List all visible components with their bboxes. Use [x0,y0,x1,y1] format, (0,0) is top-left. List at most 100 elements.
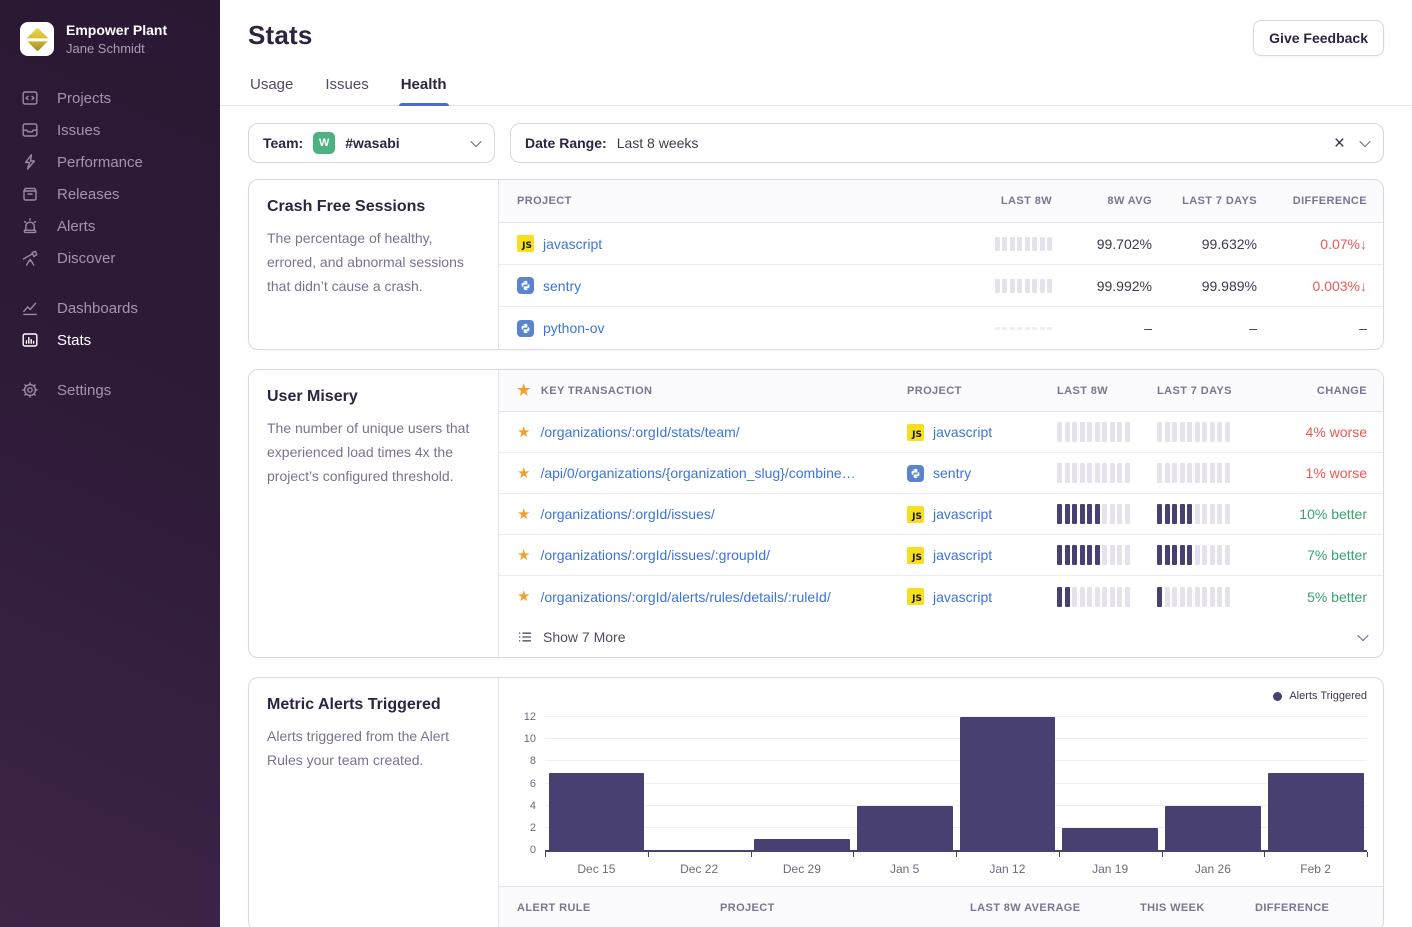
python-icon [517,277,534,294]
bar-slot [648,710,751,850]
transaction-link[interactable]: /organizations/:orgId/issues/ [540,506,714,522]
bar-jan-19[interactable] [1062,828,1158,850]
crash-free-title: Crash Free Sessions [267,198,480,216]
bar-slot [1264,710,1367,850]
team-filter-label: Team: [263,135,303,151]
bar-feb-2[interactable] [1268,773,1364,850]
project-link[interactable]: javascript [933,506,992,522]
main-content: Stats Give Feedback UsageIssuesHealth Te… [220,0,1412,927]
sparkline [995,327,1053,330]
column-header: PROJECT [720,902,970,914]
y-axis-tick-label: 0 [530,844,536,856]
date-range-icons: × [1334,134,1369,153]
x-axis-tick-label: Dec 29 [751,862,854,876]
transaction-link[interactable]: /organizations/:orgId/stats/team/ [540,424,739,440]
project-link[interactable]: javascript [933,424,992,440]
key-transaction-cell: ★ /organizations/:orgId/alerts/rules/deta… [517,589,907,605]
project-cell: JS javascript [907,588,1057,605]
transaction-link[interactable]: /api/0/organizations/{organization_slug}… [540,465,855,481]
key-transaction-cell: ★ /api/0/organizations/{organization_slug… [517,465,907,481]
column-header: CHANGE [1257,385,1367,397]
x-axis-tick-label: Jan 12 [956,862,1059,876]
project-cell: sentry [907,465,1057,482]
y-axis-tick-label: 6 [530,778,536,790]
sidebar-item-issues[interactable]: Issues [0,114,220,146]
sparkline [1057,504,1130,524]
star-icon[interactable]: ★ [517,548,530,563]
project-link[interactable]: python-ov [543,320,604,336]
javascript-icon: JS [907,588,924,605]
crash-free-sessions-panel: Crash Free Sessions The percentage of he… [248,179,1384,350]
column-header-key-transaction: ★KEY TRANSACTION [517,383,907,398]
bar-jan-5[interactable] [857,806,953,850]
sidebar-item-performance[interactable]: Performance [0,146,220,178]
table-row: ★/organizations/:orgId/stats/team/JSjava… [499,412,1383,453]
last-8w-sparkline-cell [932,237,1052,251]
sidebar-item-label: Stats [57,332,91,349]
sidebar-item-releases[interactable]: Releases [0,178,220,210]
bar-jan-12[interactable] [960,717,1056,850]
user-name: Jane Schmidt [66,41,167,56]
project-cell: sentry [517,277,932,294]
last-8w-sparkline-cell [1057,587,1157,607]
metric-alerts-panel: Metric Alerts Triggered Alerts triggered… [248,677,1384,927]
chart-plot-area: 024681012 [545,710,1367,852]
sidebar-item-alerts[interactable]: Alerts [0,210,220,242]
sidebar-item-settings[interactable]: Settings [0,374,220,406]
performance-icon [20,152,40,172]
sidebar-item-label: Discover [57,250,115,267]
tab-issues[interactable]: Issues [323,76,370,105]
user-misery-panel: User Misery The number of unique users t… [248,369,1384,658]
settings-icon [20,380,40,400]
sidebar-item-dashboards[interactable]: Dashboards [0,292,220,324]
show-more-button[interactable]: Show 7 More [499,617,1383,657]
transaction-link[interactable]: /organizations/:orgId/alerts/rules/detai… [540,589,830,605]
column-header: LAST 8W [932,195,1052,207]
star-icon[interactable]: ★ [517,507,530,522]
column-header: ALERT RULE [517,902,720,914]
list-icon [517,629,533,645]
sidebar-nav-group: Dashboards Stats [0,292,220,356]
user-misery-description-card: User Misery The number of unique users t… [249,370,499,657]
org-switcher[interactable]: Empower Plant Jane Schmidt [0,22,220,56]
8w-avg-value: 99.702% [1052,236,1152,252]
clear-icon[interactable]: × [1334,134,1345,153]
tab-usage[interactable]: Usage [248,76,295,105]
y-axis-tick-label: 10 [524,733,536,745]
date-range-filter[interactable]: Date Range: Last 8 weeks × [510,123,1384,163]
project-cell: JSjavascript [907,547,1057,564]
bar-slot [956,710,1059,850]
team-filter[interactable]: Team: W #wasabi [248,123,495,163]
star-icon[interactable]: ★ [517,466,530,481]
bar-slot [545,710,648,850]
project-cell: python-ov [517,320,932,337]
x-axis-tick-label: Jan 26 [1162,862,1265,876]
project-link[interactable]: sentry [543,278,581,294]
change-value: 4% worse [1257,424,1367,440]
bar-slot [1162,710,1265,850]
metric-alerts-description-card: Metric Alerts Triggered Alerts triggered… [249,678,499,927]
project-link[interactable]: javascript [933,547,992,563]
project-link[interactable]: sentry [933,465,971,481]
sidebar-nav-group: ProjectsIssuesPerformance Releases Alerts D… [0,82,220,274]
user-misery-description: The number of unique users that experien… [267,416,480,488]
tab-health[interactable]: Health [399,76,449,105]
last-7-days-sparkline-cell [1157,587,1257,607]
star-icon[interactable]: ★ [517,589,530,604]
transaction-link[interactable]: /organizations/:orgId/issues/:groupId/ [540,547,770,563]
project-link[interactable]: javascript [543,236,602,252]
bar-dec-15[interactable] [549,773,645,850]
project-link[interactable]: javascript [933,589,992,605]
difference-value: – [1257,320,1367,336]
sidebar-item-discover[interactable]: Discover [0,242,220,274]
star-icon[interactable]: ★ [517,425,530,440]
axis-tick [1059,852,1060,857]
give-feedback-button[interactable]: Give Feedback [1253,20,1384,56]
sidebar-item-projects[interactable]: Projects [0,82,220,114]
sidebar-item-label: Releases [57,186,120,203]
bar-dec-29[interactable] [754,839,850,850]
org-name: Empower Plant [66,22,167,39]
bar-jan-26[interactable] [1165,806,1261,850]
column-header: PROJECT [907,385,1057,397]
sidebar-item-stats[interactable]: Stats [0,324,220,356]
